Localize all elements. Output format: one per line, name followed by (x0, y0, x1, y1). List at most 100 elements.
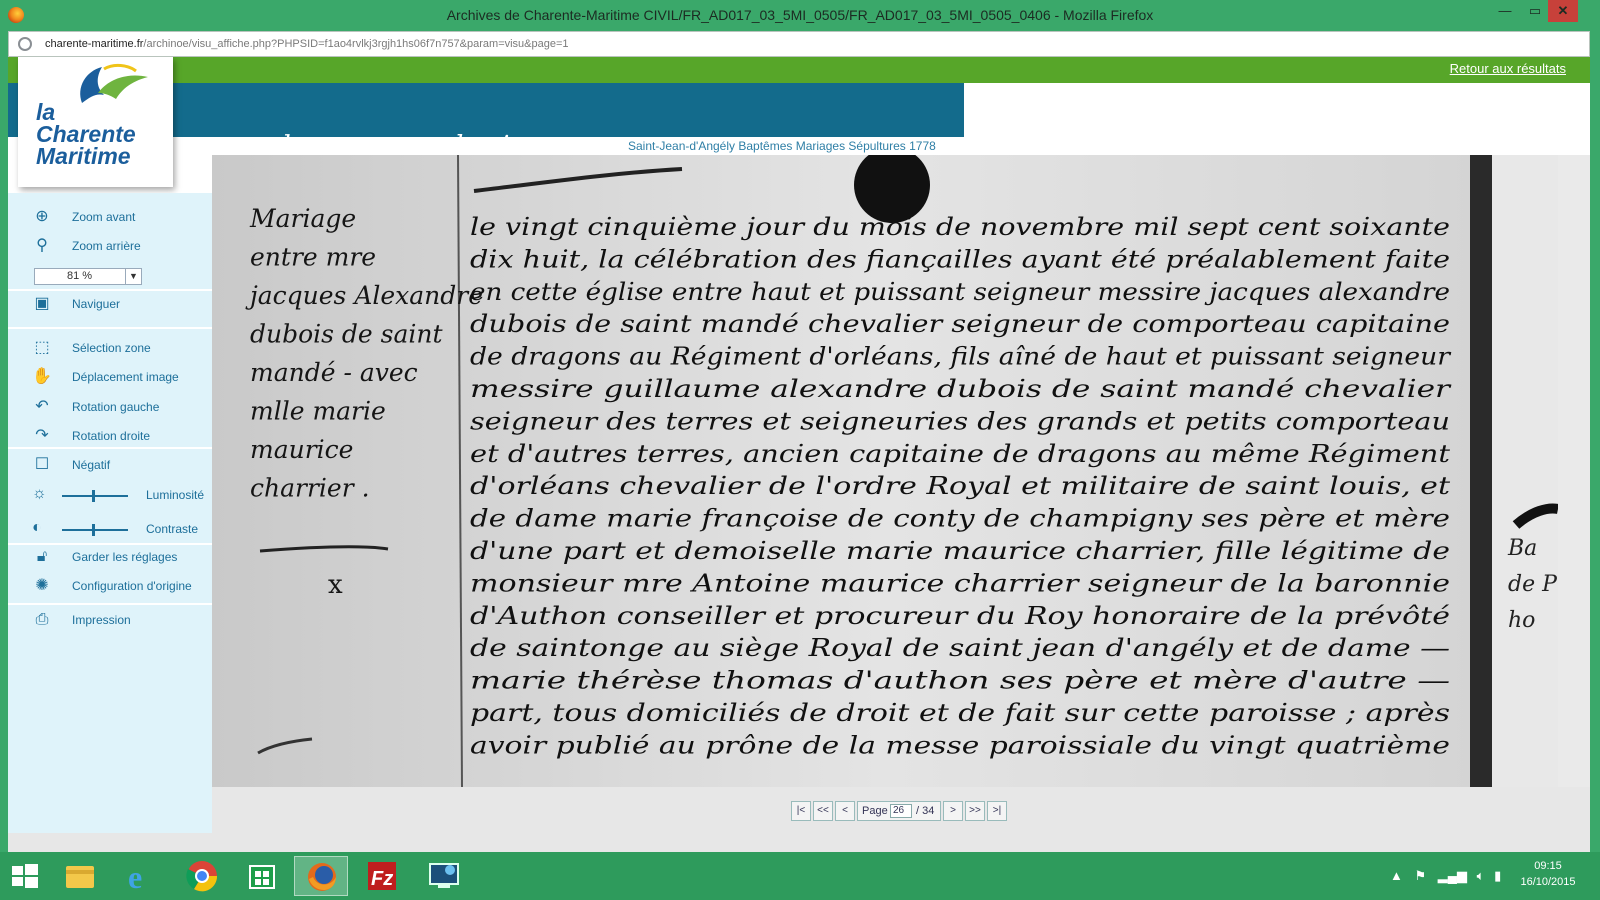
close-button[interactable]: ✕ (1548, 0, 1578, 22)
keep-settings-label: Garder les réglages (72, 550, 178, 564)
manuscript-line: dubois de saint mandé chevalier seigneur… (470, 310, 1450, 338)
taskbar-remote-desktop[interactable] (420, 856, 468, 896)
keep-settings-tool[interactable]: 🔓︎ Garder les réglages (8, 543, 212, 571)
manuscript-line: marie thérèse thomas d'authon ses père e… (470, 667, 1450, 695)
rotate-right-tool[interactable]: ↷ Rotation droite (8, 422, 212, 450)
print-label: Impression (72, 613, 131, 627)
clock-date: 16/10/2015 (1520, 876, 1576, 888)
globe-icon (18, 37, 32, 51)
manuscript-line: d'orléans chevalier de l'ordre Royal et … (470, 472, 1450, 500)
store-icon (249, 865, 275, 889)
last-page-button[interactable]: >| (987, 801, 1007, 821)
contrast-slider-knob[interactable] (92, 524, 95, 536)
chevron-down-icon[interactable]: ▼ (125, 269, 141, 284)
selection-icon: ⬚ (34, 339, 50, 356)
folder-icon (66, 866, 94, 888)
remote-desktop-icon (429, 863, 459, 888)
manuscript-line: monsieur mre Antoine maurice charrier se… (470, 569, 1450, 597)
start-button[interactable] (0, 856, 48, 896)
taskbar-chrome[interactable] (178, 856, 226, 896)
margin-line: charrier . (250, 474, 370, 503)
manuscript-image[interactable]: Mariageentre mrejacques Alexandredubois … (212, 155, 1558, 787)
logo-line: Charente (36, 121, 136, 147)
maximize-button[interactable]: ▭ (1520, 0, 1550, 22)
window-title: Archives de Charente-Maritime CIVIL/FR_A… (446, 7, 1154, 23)
navigate-tool[interactable]: ▣ Naviguer (8, 290, 212, 318)
brightness-slider-knob[interactable] (92, 490, 95, 502)
chevron-up-icon[interactable]: ▲ (1390, 868, 1403, 883)
page-number-input[interactable]: 26 (890, 804, 912, 818)
first-page-button[interactable]: |< (791, 801, 811, 821)
taskbar-internet-explorer[interactable]: e (116, 856, 164, 896)
top-green-band: Retour aux résultats (8, 57, 1590, 83)
manuscript-line: en cette église entre haut et puissant s… (470, 278, 1450, 306)
reset-settings-tool[interactable]: ✺ Configuration d'origine (8, 572, 212, 600)
reset-settings-label: Configuration d'origine (72, 579, 192, 593)
manuscript-line: avoir publié au prône de la messe parois… (470, 731, 1450, 759)
back-to-results-link[interactable]: Retour aux résultats (1450, 61, 1566, 76)
zoom-out-tool[interactable]: ⚲ Zoom arrière (8, 232, 212, 260)
firefox-icon (308, 863, 336, 891)
select-zone-tool[interactable]: ⬚ Sélection zone (8, 334, 212, 362)
next-page-button[interactable]: > (943, 801, 963, 821)
logo-text: la Charente Maritime (36, 101, 136, 169)
contrast-label: Contraste (146, 522, 199, 536)
negative-tool[interactable]: ☐ Négatif (8, 451, 212, 479)
edge-line: de P (1508, 572, 1558, 597)
manuscript-line: le vingt cinquième jour du mois de novem… (470, 213, 1450, 241)
zoom-in-tool[interactable]: ⊕ Zoom avant (8, 203, 212, 231)
rotate-left-tool[interactable]: ↶ Rotation gauche (8, 393, 212, 421)
taskbar-filezilla[interactable]: Fz (358, 856, 406, 896)
system-tray[interactable]: ▲ ⚑ ▂▄▆ 🔈︎ ▮ (1390, 868, 1501, 884)
edge-line: ho (1508, 608, 1535, 633)
viewer-sidebar: ⊕ Zoom avant ⚲ Zoom arrière 81 % ▼ ▣ Nav… (8, 193, 212, 833)
fast-back-button[interactable]: << (813, 801, 833, 821)
windows-logo-icon (12, 864, 38, 888)
divider (8, 603, 212, 605)
battery-icon[interactable]: ▮ (1494, 868, 1501, 883)
volume-icon[interactable]: 🔈︎ (1477, 868, 1485, 883)
taskbar-file-explorer[interactable] (56, 856, 104, 896)
hand-icon: ✋ (32, 368, 52, 385)
printer-icon: ⎙ (35, 611, 49, 628)
brightness-slider[interactable] (62, 490, 128, 502)
checkbox-icon[interactable]: ☐ (32, 456, 52, 474)
url-path: /archinoe/visu_affiche.php?PHPSID=f1ao4r… (143, 38, 569, 50)
contrast-icon: ◐ (32, 519, 42, 536)
zoom-level-select[interactable]: 81 % ▼ (34, 268, 142, 285)
url-text[interactable]: charente-maritime.fr/archinoe/visu_affic… (45, 38, 569, 50)
minimize-button[interactable]: — (1490, 0, 1520, 22)
network-icon[interactable]: ▂▄▆ (1438, 868, 1467, 883)
manuscript-line: et d'autres terres, ancien capitaine de … (470, 440, 1450, 468)
move-image-tool[interactable]: ✋ Déplacement image (8, 363, 212, 391)
taskbar-clock[interactable]: 09:15 16/10/2015 (1508, 858, 1588, 890)
chrome-icon (186, 861, 218, 892)
previous-page-button[interactable]: < (835, 801, 855, 821)
magnifier-icon: ⚲ (36, 237, 48, 254)
address-bar[interactable]: charente-maritime.fr/archinoe/visu_affic… (8, 31, 1590, 57)
image-viewer[interactable]: Mariage entre mre jacques Alexandre dubois … (212, 155, 1558, 787)
manuscript-line: de dragons au Régiment d'orléans, fils a… (470, 343, 1452, 371)
action-center-icon[interactable]: ⚑ (1415, 868, 1427, 883)
fast-forward-button[interactable]: >> (965, 801, 985, 821)
manuscript-line: d'une part et demoiselle marie maurice c… (470, 537, 1450, 565)
logo-line: Maritime (36, 143, 131, 169)
taskbar-firefox[interactable] (294, 856, 348, 896)
rotate-right-label: Rotation droite (72, 429, 151, 443)
window-titlebar: Archives de Charente-Maritime CIVIL/FR_A… (0, 0, 1600, 30)
charente-maritime-logo[interactable]: la Charente Maritime (18, 57, 173, 187)
brightness-label: Luminosité (146, 488, 205, 502)
manuscript-line: part, tous domiciliés de droit et de fai… (470, 699, 1450, 727)
contrast-slider[interactable] (62, 524, 128, 536)
divider (8, 447, 212, 449)
clock-time: 09:15 (1534, 860, 1562, 872)
zoom-level-value: 81 % (67, 270, 93, 282)
svg-text:e: e (128, 859, 142, 895)
print-tool[interactable]: ⎙ Impression (8, 606, 212, 634)
margin-line: maurice (250, 435, 353, 464)
taskbar-store[interactable] (238, 856, 286, 896)
select-zone-label: Sélection zone (72, 341, 151, 355)
filezilla-icon: Fz (368, 862, 396, 890)
internet-explorer-icon: e (128, 859, 142, 895)
divider (8, 327, 212, 329)
